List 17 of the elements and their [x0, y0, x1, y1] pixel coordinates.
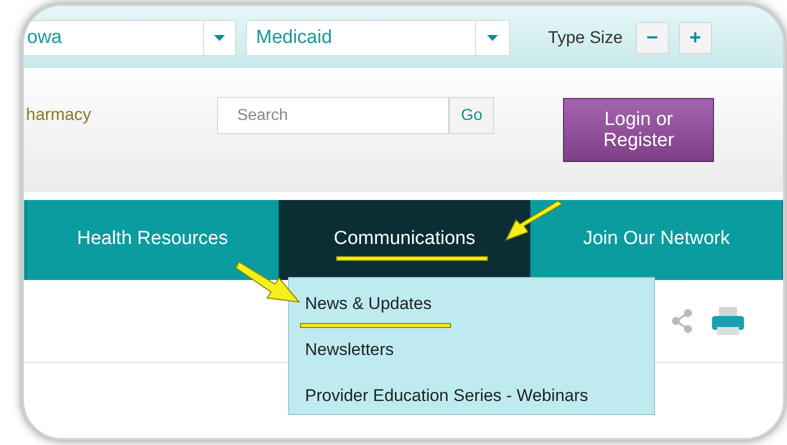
state-select[interactable]: owa: [24, 20, 236, 56]
decrease-size-button[interactable]: −: [636, 22, 669, 54]
plan-select[interactable]: Medicaid: [246, 20, 510, 56]
nav-tab[interactable]: Communications: [279, 200, 531, 280]
search-field[interactable]: Search: [217, 97, 450, 134]
menu-item[interactable]: Newsletters: [305, 338, 394, 362]
caret-down-icon: [214, 35, 225, 41]
caret-down-icon: [487, 35, 498, 41]
share-icon[interactable]: [671, 309, 693, 333]
printer-icon[interactable]: [711, 306, 745, 336]
menu-item[interactable]: News & Updates: [305, 292, 432, 316]
menu-item[interactable]: Provider Education Series - Webinars: [305, 384, 588, 408]
increase-size-button[interactable]: +: [678, 22, 712, 54]
login-button[interactable]: Login or Register: [563, 98, 714, 162]
pharmacy-link[interactable]: harmacy: [26, 102, 92, 128]
go-button[interactable]: Go: [449, 97, 494, 134]
type-size-label: Type Size: [548, 27, 623, 50]
